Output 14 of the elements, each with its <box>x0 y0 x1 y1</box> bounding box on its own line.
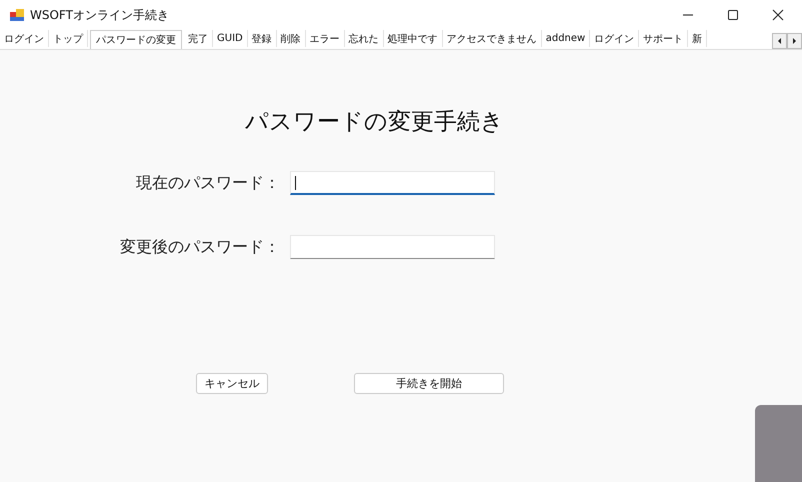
password-field[interactable] <box>290 235 495 259</box>
field-label: 現在のパスワード： <box>135 172 281 194</box>
maximize-icon[interactable] <box>727 9 739 21</box>
scroll-left-icon[interactable] <box>772 33 787 49</box>
field-label: 変更後のパスワード： <box>119 236 281 258</box>
password-field[interactable] <box>290 171 495 195</box>
tab[interactable]: パスワードの変更 <box>90 30 182 49</box>
page-heading: パスワードの変更手続き <box>245 108 505 137</box>
app-icon <box>10 9 24 21</box>
cancel-button[interactable]: キャンセル <box>196 373 268 394</box>
scroll-right-icon[interactable] <box>787 33 802 49</box>
start-button[interactable]: 手続きを開始 <box>354 373 504 394</box>
window-title: WSOFTオンライン手続き <box>30 6 169 24</box>
close-icon[interactable] <box>772 9 784 21</box>
